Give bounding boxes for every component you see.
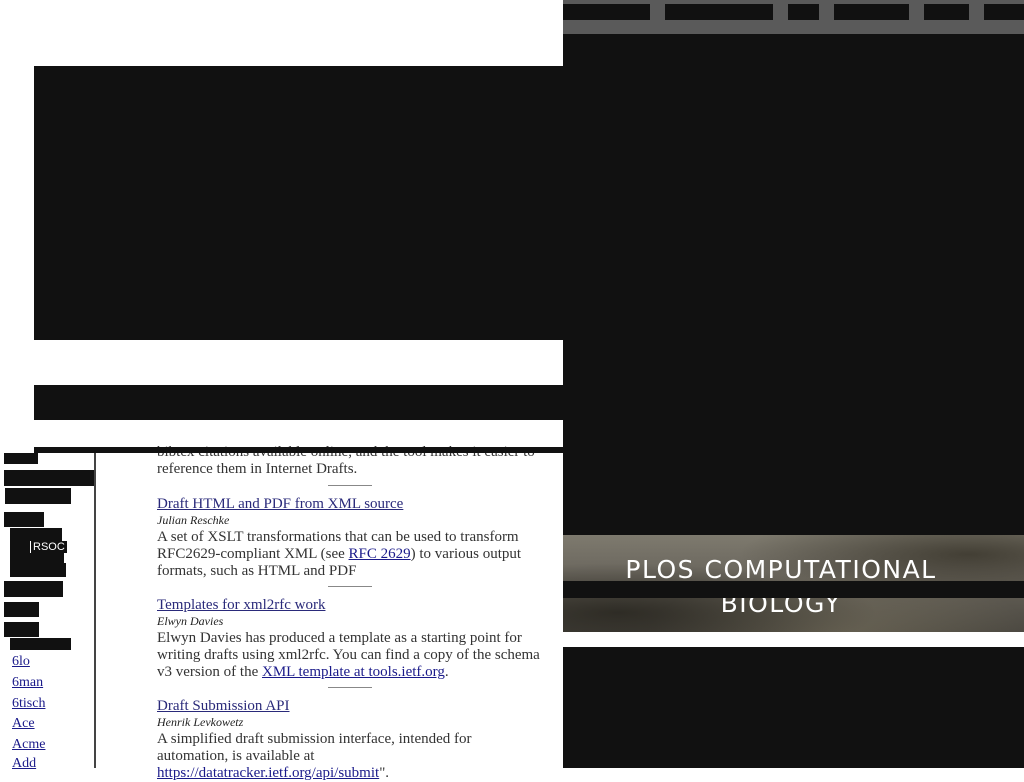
- top-nav-item[interactable]: [984, 4, 1024, 20]
- section-divider: [328, 485, 372, 486]
- banner-title-line-1: PLOS COMPUTATIONAL: [625, 555, 937, 584]
- xml-template-link[interactable]: XML template at tools.ietf.org: [262, 664, 445, 680]
- section-divider: [328, 687, 372, 688]
- sidebar-wg-link[interactable]: Acme: [12, 737, 45, 753]
- tool-title-link[interactable]: Draft Submission API: [157, 698, 290, 714]
- tool-entry: Draft HTML and PDF from XML source Julia…: [157, 496, 541, 580]
- tool-author: Julian Reschke: [157, 513, 230, 527]
- top-nav-item[interactable]: [924, 4, 969, 20]
- tool-description: A set of XSLT transformations that can b…: [157, 529, 541, 580]
- sidebar-redacted-item[interactable]: [4, 602, 39, 617]
- overlay-strip: [34, 447, 563, 453]
- sidebar-item-rsoc[interactable]: RSOC: [31, 541, 67, 553]
- overlay-panel: [563, 0, 1024, 768]
- submit-api-link[interactable]: https://datatracker.ietf.org/api/submit: [157, 765, 379, 781]
- tool-entry: Draft Submission API Henrik Levkowetz A …: [157, 698, 541, 782]
- tool-description-text: ".: [379, 765, 390, 781]
- top-nav-item[interactable]: [834, 4, 909, 20]
- tool-description: Elwyn Davies has produced a template as …: [157, 630, 541, 681]
- top-nav-item[interactable]: [563, 4, 650, 20]
- tool-author: Elwyn Davies: [157, 614, 224, 628]
- tool-author: Henrik Levkowetz: [157, 715, 244, 729]
- top-nav-item[interactable]: [665, 4, 773, 20]
- sidebar-redacted-item[interactable]: [10, 563, 66, 577]
- sidebar-redacted-item[interactable]: [5, 488, 71, 504]
- sidebar-wg-link[interactable]: 6man: [12, 675, 43, 691]
- banner-gap: [563, 632, 1024, 647]
- sidebar-redacted-item[interactable]: [10, 553, 64, 563]
- tool-description-text: .: [444, 664, 449, 680]
- sidebar-redacted-item[interactable]: [10, 638, 71, 650]
- sidebar-redacted-item[interactable]: [10, 541, 30, 553]
- sidebar-redacted-item[interactable]: [4, 512, 44, 527]
- banner-overlay-strip: [563, 581, 1024, 598]
- sidebar-redacted-item[interactable]: [4, 622, 39, 637]
- tool-entry: Templates for xml2rfc work Elwyn Davies …: [157, 597, 541, 681]
- sidebar-wg-link[interactable]: Ace: [12, 716, 35, 732]
- intro-line-2: reference them in Internet Drafts.: [157, 461, 358, 477]
- top-nav-bar: [563, 0, 1024, 34]
- tool-title-link[interactable]: Templates for xml2rfc work: [157, 597, 325, 613]
- section-divider: [328, 586, 372, 587]
- sidebar-wg-link[interactable]: 6lo: [12, 654, 30, 670]
- rfc-2629-link[interactable]: RFC 2629: [349, 546, 411, 562]
- tool-description-text: A simplified draft submission interface,…: [157, 731, 472, 764]
- sidebar-wg-link[interactable]: Add: [12, 756, 36, 772]
- top-nav-item[interactable]: [788, 4, 819, 20]
- sidebar-redacted-item[interactable]: [4, 470, 94, 486]
- tool-title-link[interactable]: Draft HTML and PDF from XML source: [157, 496, 403, 512]
- sidebar-redacted-item[interactable]: [10, 528, 62, 541]
- sidebar-wg-link[interactable]: 6tisch: [12, 696, 45, 712]
- sidebar-redacted-item[interactable]: [4, 581, 63, 597]
- sidebar-divider: [94, 453, 96, 768]
- tool-description: A simplified draft submission interface,…: [157, 731, 541, 782]
- hero-overlay-block: [34, 66, 563, 340]
- sidebar-redacted-item[interactable]: [4, 453, 38, 464]
- subnav-overlay-bar: [34, 385, 563, 420]
